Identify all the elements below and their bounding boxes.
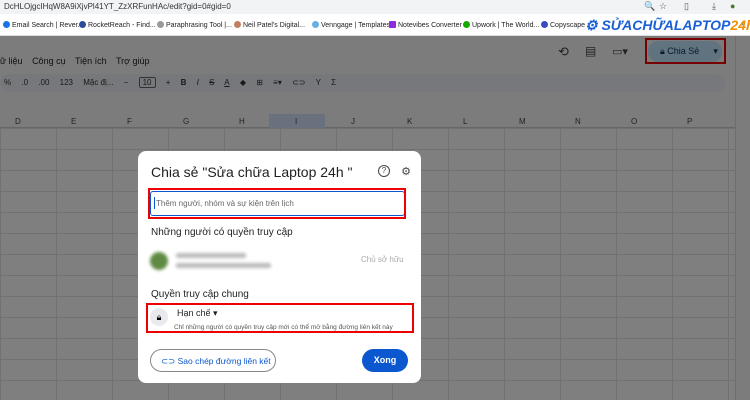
owner-role: Chủ sở hữu	[361, 255, 404, 264]
copy-link-button[interactable]: ⊂⊃ Sao chép đường liên kết	[150, 349, 276, 372]
done-button[interactable]: Xong	[362, 349, 408, 372]
bookmark[interactable]: Paraphrasing Tool |...	[157, 21, 232, 29]
highlight-box	[146, 303, 414, 333]
bookmark[interactable]: Email Search | Rever...	[3, 21, 83, 29]
watermark-logo: ⚙ SỬACHỮALAPTOP24h.com	[585, 17, 750, 33]
general-access-heading: Quyền truy cập chung	[151, 289, 249, 300]
address-bar[interactable]: DcHLOjgcIHqW8A9iXjvPl41YT_ZzXRFunHAc/edi…	[0, 0, 750, 14]
dialog-title: Chia sẻ "Sửa chữa Laptop 24h "	[151, 164, 353, 180]
people-heading: Những người có quyền truy cập	[151, 227, 293, 238]
bookmark[interactable]: Upwork | The World...	[463, 21, 539, 29]
gear-icon[interactable]: ⚙	[400, 165, 412, 178]
url-text: DcHLOjgcIHqW8A9iXjvPl41YT_ZzXRFunHAc/edi…	[4, 2, 231, 11]
share-dialog: Chia sẻ "Sửa chữa Laptop 24h " ? ⚙ Thêm …	[138, 151, 421, 383]
zoom-icon[interactable]: 🔍	[644, 1, 655, 12]
highlight-box	[148, 188, 406, 219]
link-icon: ⊂⊃	[161, 356, 178, 366]
bookmark[interactable]: Venngage | Templates	[312, 21, 390, 29]
download-icon[interactable]: ⤓	[712, 1, 716, 12]
bookmark[interactable]: Copyscape	[541, 21, 585, 29]
extensions-icon[interactable]: ▯	[684, 1, 689, 12]
profile-avatar[interactable]: ●	[730, 1, 735, 11]
bookmark[interactable]: Notevibes Converter	[389, 21, 462, 29]
bookmark[interactable]: RocketReach - Find...	[79, 21, 156, 29]
owner-name-blurred	[176, 253, 246, 258]
help-icon[interactable]: ?	[378, 165, 390, 177]
star-icon[interactable]: ☆	[659, 1, 667, 12]
owner-email-blurred	[176, 263, 271, 268]
bookmark[interactable]: Neil Patel's Digital...	[234, 21, 305, 29]
owner-avatar	[150, 252, 168, 270]
